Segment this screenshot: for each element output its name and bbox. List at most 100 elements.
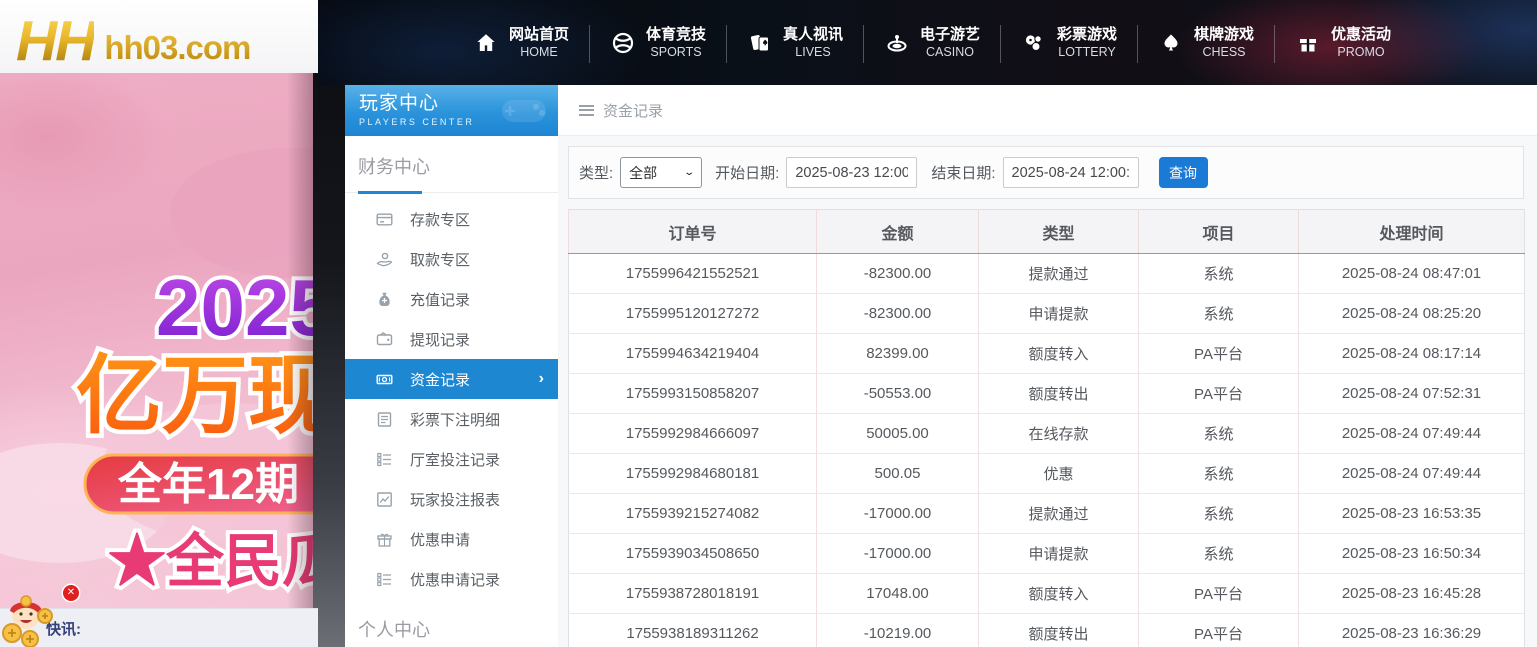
- sidebar-item-lottery-bet-detail[interactable]: 彩票下注明细: [345, 399, 558, 439]
- sidebar-item-label: 充值记录: [410, 289, 470, 310]
- cell-process-time: 2025-08-24 08:17:14: [1299, 334, 1525, 374]
- section-finance-center: 财务中心: [345, 136, 558, 193]
- sidebar-item-withdraw-zone[interactable]: 取款专区: [345, 239, 558, 279]
- sidebar-item-withdraw-records[interactable]: 提现记录: [345, 319, 558, 359]
- cell-process-time: 2025-08-23 16:53:35: [1299, 494, 1525, 534]
- type-select[interactable]: 全部 ⌄: [620, 157, 702, 188]
- deposit-card-icon: [376, 211, 393, 228]
- list-icon: [376, 451, 393, 468]
- roulette-icon: [885, 31, 909, 55]
- banknote-icon: [376, 371, 393, 388]
- cell-project: 系统: [1139, 454, 1299, 494]
- cell-type: 申请提款: [979, 294, 1139, 334]
- cell-type: 在线存款: [979, 414, 1139, 454]
- nav-item-lottery[interactable]: 彩票游戏LOTTERY: [1001, 19, 1138, 67]
- nav-item-promo[interactable]: 优惠活动PROMO: [1275, 19, 1412, 67]
- chevron-right-icon: ›: [539, 370, 544, 388]
- cell-type: 提款通过: [979, 254, 1139, 294]
- cell-type: 优惠: [979, 454, 1139, 494]
- type-label: 类型:: [579, 162, 613, 183]
- start-date-input[interactable]: [786, 157, 917, 188]
- nav-label-zh: 棋牌游戏: [1194, 25, 1254, 44]
- cell-type: 申请提款: [979, 534, 1139, 574]
- cell-order-number: 1755994634219404: [569, 334, 817, 374]
- table-header-row: 订单号金额类型项目处理时间: [569, 210, 1525, 254]
- cell-order-number: 1755938728018191: [569, 574, 817, 614]
- sidebar-item-funds-records[interactable]: 资金记录 ›: [345, 359, 558, 399]
- nav-item-casino[interactable]: 电子游艺CASINO: [864, 19, 1001, 67]
- promo-banner[interactable]: 2025 亿万现 全年12期 ★全民瓜: [0, 73, 313, 608]
- nav-label-en: CHESS: [1194, 44, 1254, 61]
- table-row: 1755996421552521 -82300.00 提款通过 系统 2025-…: [569, 254, 1525, 294]
- nav-label-zh: 电子游艺: [920, 25, 980, 44]
- cell-process-time: 2025-08-24 07:52:31: [1299, 374, 1525, 414]
- sidebar-item-label: 取款专区: [410, 249, 470, 270]
- home-icon: [474, 31, 498, 55]
- sidebar-item-label: 存款专区: [410, 209, 470, 230]
- cell-amount: 17048.00: [817, 574, 979, 614]
- nav-label-en: LOTTERY: [1057, 44, 1117, 61]
- cell-type: 额度转出: [979, 374, 1139, 414]
- sidebar-item-recharge-records[interactable]: 充值记录: [345, 279, 558, 319]
- sidebar-item-label: 优惠申请记录: [410, 569, 500, 590]
- search-button[interactable]: 查询: [1159, 157, 1208, 188]
- gift-box-icon: [376, 531, 393, 548]
- gift-icon: [1296, 31, 1320, 55]
- cell-project: 系统: [1139, 294, 1299, 334]
- section-personal-center: 个人中心: [345, 599, 558, 647]
- end-date-input[interactable]: [1003, 157, 1139, 188]
- end-date-label: 结束日期:: [931, 162, 995, 183]
- list-icon: [376, 571, 393, 588]
- sidebar-menu: 存款专区 取款专区 充值记录 提现记录 资金记录 › 彩票下注明细 厅室投注记录: [345, 193, 558, 599]
- page-title: 资金记录: [603, 100, 663, 121]
- cell-amount: -50553.00: [817, 374, 979, 414]
- filter-panel: 类型: 全部 ⌄ 开始日期: 结束日期: 查询: [568, 146, 1524, 199]
- cell-project: 系统: [1139, 254, 1299, 294]
- sidebar-item-label: 厅室投注记录: [410, 449, 500, 470]
- sidebar-item-label: 彩票下注明细: [410, 409, 500, 430]
- banner-badge-text: 全年12期: [117, 459, 299, 509]
- cell-amount: 500.05: [817, 454, 979, 494]
- logo-domain-text: hh03.com: [104, 29, 250, 67]
- breadcrumb: 资金记录: [558, 85, 1537, 136]
- cell-process-time: 2025-08-24 08:25:20: [1299, 294, 1525, 334]
- site-logo[interactable]: HH hh03.com: [0, 0, 318, 73]
- gamepad-icon: [498, 90, 550, 130]
- cell-project: PA平台: [1139, 574, 1299, 614]
- sidebar-item-promo-apply[interactable]: 优惠申请: [345, 519, 558, 559]
- playing-cards-icon: [748, 31, 772, 55]
- sidebar-item-promo-apply-records[interactable]: 优惠申请记录: [345, 559, 558, 599]
- cell-project: 系统: [1139, 414, 1299, 454]
- news-ticker-bar: ✕ 快讯:: [0, 608, 318, 647]
- nav-item-lives[interactable]: 真人视讯LIVES: [727, 19, 864, 67]
- menu-icon[interactable]: [579, 105, 594, 116]
- cell-order-number: 1755995120127272: [569, 294, 817, 334]
- cell-type: 额度转入: [979, 574, 1139, 614]
- sidebar-item-label: 提现记录: [410, 329, 470, 350]
- report-chart-icon: [376, 491, 393, 508]
- money-bag-icon: [376, 291, 393, 308]
- sidebar-item-deposit[interactable]: 存款专区: [345, 199, 558, 239]
- cell-amount: -17000.00: [817, 494, 979, 534]
- start-date-label: 开始日期:: [715, 162, 779, 183]
- nav-item-sports[interactable]: 体育竞技SPORTS: [590, 19, 727, 67]
- cell-project: PA平台: [1139, 614, 1299, 647]
- nav-item-chess[interactable]: 棋牌游戏CHESS: [1138, 19, 1275, 67]
- sidebar-item-hall-bet-records[interactable]: 厅室投注记录: [345, 439, 558, 479]
- chevron-down-icon: ⌄: [683, 167, 695, 178]
- cell-type: 额度转出: [979, 614, 1139, 647]
- document-icon: [376, 411, 393, 428]
- nav-label-en: LIVES: [783, 44, 843, 61]
- sidebar-item-player-bet-report[interactable]: 玩家投注报表: [345, 479, 558, 519]
- table-row: 1755992984680181 500.05 优惠 系统 2025-08-24…: [569, 454, 1525, 494]
- lottery-balls-icon: [1022, 31, 1046, 55]
- column-header: 项目: [1139, 210, 1299, 254]
- sidebar-header: 玩家中心 PLAYERS CENTER: [345, 85, 558, 136]
- nav-item-home[interactable]: 网站首页HOME: [453, 19, 590, 67]
- close-icon[interactable]: ✕: [63, 585, 79, 601]
- banner-headline-text: 亿万现: [76, 348, 313, 444]
- players-center-sidebar: 玩家中心 PLAYERS CENTER 财务中心 存款专区 取款专区 充值记录 …: [345, 85, 558, 647]
- main-content: 资金记录 类型: 全部 ⌄ 开始日期: 结束日期: 查询 订单号金额类型项目处理…: [558, 85, 1537, 647]
- cell-process-time: 2025-08-23 16:45:28: [1299, 574, 1525, 614]
- table-row: 1755994634219404 82399.00 额度转入 PA平台 2025…: [569, 334, 1525, 374]
